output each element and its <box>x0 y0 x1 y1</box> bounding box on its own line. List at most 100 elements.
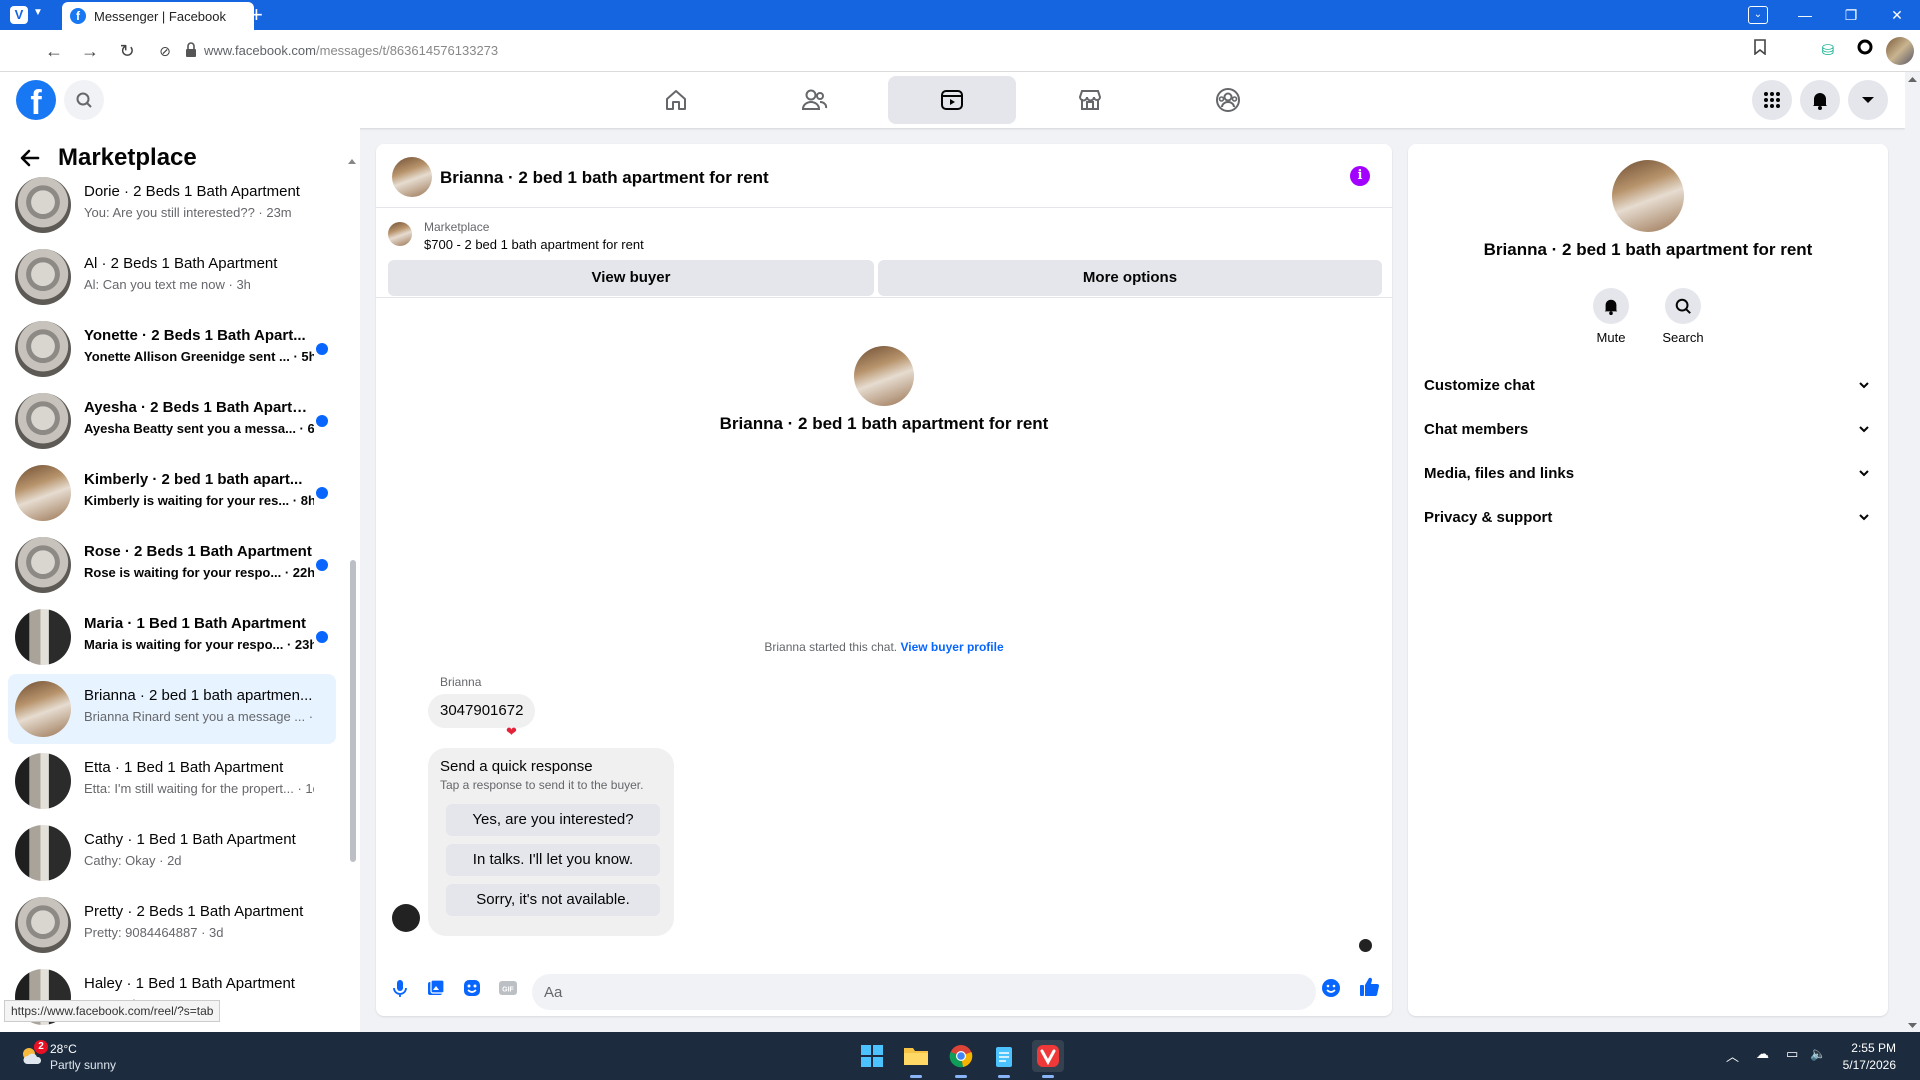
media-files-links-row[interactable]: Media, files and links <box>1416 454 1880 494</box>
conversation-avatar <box>15 681 71 737</box>
lock-icon[interactable] <box>184 41 198 59</box>
message-bubble[interactable]: 3047901672 <box>428 694 536 728</box>
thumbs-up-icon[interactable] <box>1358 976 1380 998</box>
more-options-button[interactable]: More options <box>878 260 1382 296</box>
privacy-support-label: Privacy & support <box>1424 509 1553 526</box>
clock-date[interactable]: 5/17/2026 <box>1836 1058 1896 1072</box>
conversation-item[interactable]: Yonette · 2 Beds 1 Bath Apart... Yonette … <box>8 314 336 384</box>
info-icon[interactable]: i <box>1350 166 1370 186</box>
conversation-item[interactable]: Al · 2 Beds 1 Bath Apartment Al: Can you … <box>8 242 336 312</box>
conversation-item[interactable]: Cathy · 1 Bed 1 Bath Apartment Cathy: Oka… <box>8 818 336 888</box>
tab-list-icon[interactable]: ⌄ <box>1748 6 1768 24</box>
forward-button[interactable]: → <box>78 39 102 63</box>
chat-details-panel: Brianna · 2 bed 1 bath apartment for ren… <box>1408 144 1888 1016</box>
conversation-item[interactable]: Brianna · 2 bed 1 bath apartmen... Briann… <box>8 674 336 744</box>
sidebar-scroll-thumb[interactable] <box>350 560 356 862</box>
nav-groups[interactable] <box>1164 76 1292 124</box>
menu-button[interactable] <box>1752 80 1792 120</box>
conversation-item[interactable]: Etta · 1 Bed 1 Bath Apartment Etta: I'm s… <box>8 746 336 816</box>
close-window-button[interactable]: ✕ <box>1874 0 1920 30</box>
tracker-shield-icon[interactable]: ⊘ <box>153 39 177 63</box>
conversation-item[interactable]: Ayesha · 2 Beds 1 Bath Apartm... Ayesha B… <box>8 386 336 456</box>
chat-title[interactable]: Brianna · 2 bed 1 bath apartment for ren… <box>440 168 769 188</box>
new-tab-button[interactable]: + <box>250 3 263 27</box>
nav-home[interactable] <box>612 76 740 124</box>
quick-response-in-talks[interactable]: In talks. I'll let you know. <box>446 844 660 876</box>
status-url: https://www.facebook.com/reel/?s=tab <box>4 1000 221 1022</box>
photo-icon[interactable] <box>426 978 446 998</box>
vivaldi-menu-icon[interactable]: V <box>10 6 28 24</box>
bookmark-icon[interactable] <box>1748 39 1772 63</box>
account-button[interactable] <box>1848 80 1888 120</box>
conversation-avatar <box>15 537 71 593</box>
restore-button[interactable]: ❐ <box>1828 0 1874 30</box>
view-buyer-profile-link[interactable]: View buyer profile <box>900 640 1003 654</box>
extension-circle-icon[interactable] <box>1853 39 1877 63</box>
minimize-button[interactable]: — <box>1782 0 1828 30</box>
chat-avatar[interactable] <box>392 157 432 197</box>
conversation-item[interactable]: Rose · 2 Beds 1 Bath Apartment Rose is wa… <box>8 530 336 600</box>
facebook-search-button[interactable] <box>64 80 104 120</box>
nav-video[interactable] <box>888 76 1016 124</box>
scroll-down-icon[interactable] <box>1905 1020 1920 1030</box>
weather-description[interactable]: Partly sunny <box>50 1058 116 1072</box>
quick-response-not-available[interactable]: Sorry, it's not available. <box>446 884 660 916</box>
svg-text:GIF: GIF <box>502 987 514 994</box>
nav-friends[interactable] <box>750 76 878 124</box>
reload-button[interactable]: ↻ <box>115 39 139 63</box>
chevron-down-icon <box>1862 97 1874 103</box>
gif-icon[interactable]: GIF <box>498 978 518 998</box>
conversation-item[interactable]: Dorie · 2 Beds 1 Bath Apartment You: Are … <box>8 170 336 240</box>
sender-avatar[interactable] <box>392 904 420 932</box>
sticker-icon[interactable] <box>462 978 482 998</box>
chat-members-row[interactable]: Chat members <box>1416 410 1880 450</box>
privacy-support-row[interactable]: Privacy & support <box>1416 498 1880 538</box>
facebook-logo-icon[interactable]: f <box>16 80 56 120</box>
details-avatar[interactable] <box>1612 160 1684 232</box>
scroll-up-icon[interactable] <box>348 158 356 166</box>
customize-chat-row[interactable]: Customize chat <box>1416 366 1880 406</box>
vivaldi-button[interactable] <box>1032 1040 1064 1078</box>
chevron-down-icon[interactable]: ▼ <box>33 7 43 18</box>
listing-price-title[interactable]: $700 - 2 bed 1 bath apartment for rent <box>424 237 644 252</box>
search-in-chat-button[interactable]: Search <box>1648 288 1718 345</box>
url-field[interactable]: www.facebook.com/messages/t/863614576133… <box>204 43 498 58</box>
microphone-icon[interactable] <box>390 978 410 998</box>
listing-thumbnail[interactable] <box>388 222 412 246</box>
browser-profile-avatar[interactable] <box>1886 37 1914 65</box>
quick-response-yes[interactable]: Yes, are you interested? <box>446 804 660 836</box>
mute-button[interactable]: Mute <box>1576 288 1646 345</box>
conversation-item[interactable]: Maria · 1 Bed 1 Bath Apartment Maria is w… <box>8 602 336 672</box>
conversation-snippet: Rose is waiting for your respo... · 22h <box>84 565 314 580</box>
onedrive-cloud-icon[interactable]: ☁ <box>1756 1046 1769 1062</box>
view-buyer-button[interactable]: View buyer <box>388 260 874 296</box>
unread-dot <box>316 559 328 571</box>
back-arrow-icon[interactable] <box>18 146 42 170</box>
conversation-item[interactable]: Kimberly · 2 bed 1 bath apart... Kimberly… <box>8 458 336 528</box>
weather-temperature[interactable]: 28°C <box>50 1042 77 1056</box>
unread-dot <box>316 343 328 355</box>
page-scrollbar[interactable] <box>1905 72 1920 1032</box>
volume-icon[interactable]: 🔈 <box>1810 1046 1826 1062</box>
video-icon <box>941 90 963 110</box>
emoji-icon[interactable] <box>1321 978 1341 998</box>
back-button[interactable]: ← <box>42 39 66 63</box>
browser-tab[interactable]: f Messenger | Facebook <box>62 2 254 30</box>
conversation-item[interactable]: Pretty · 2 Beds 1 Bath Apartment Pretty: … <box>8 890 336 960</box>
chrome-button[interactable] <box>945 1040 977 1078</box>
show-hidden-icons-chevron-icon[interactable]: ︿ <box>1726 1046 1739 1065</box>
heart-reaction-icon[interactable]: ❤ <box>506 724 517 740</box>
chat-intro-avatar[interactable] <box>854 346 914 406</box>
extension-icon[interactable]: ⛁ <box>1816 39 1840 63</box>
file-explorer-button[interactable] <box>900 1040 932 1078</box>
clock-time[interactable]: 2:55 PM <box>1840 1041 1896 1055</box>
details-name: Brianna · 2 bed 1 bath apartment for ren… <box>1483 240 1813 259</box>
network-icon[interactable]: ▭ <box>1786 1046 1798 1062</box>
start-button[interactable] <box>856 1040 888 1072</box>
nav-marketplace[interactable] <box>1026 76 1154 124</box>
notepad-button[interactable] <box>988 1040 1020 1078</box>
conversation-snippet: Ayesha Beatty sent you a messa... · 6h <box>84 421 314 436</box>
notifications-button[interactable] <box>1800 80 1840 120</box>
message-input[interactable] <box>532 974 1316 1010</box>
scroll-up-icon[interactable] <box>1905 75 1920 85</box>
